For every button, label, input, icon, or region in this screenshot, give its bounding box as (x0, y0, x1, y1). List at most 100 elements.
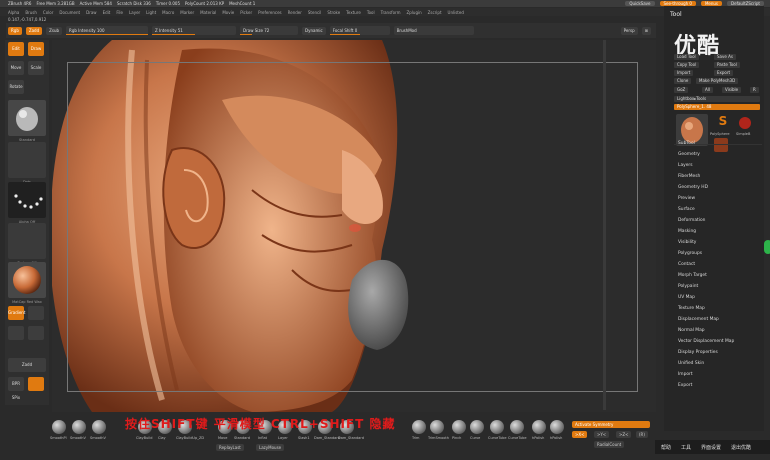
draw-button[interactable]: Draw (28, 42, 44, 56)
brush-icon-2[interactable] (72, 420, 86, 434)
r-button[interactable]: R (750, 87, 759, 93)
switch-color[interactable] (8, 326, 24, 340)
menu-render[interactable]: Render (288, 10, 302, 15)
help-link[interactable]: 帮助 (661, 444, 671, 451)
menu-file[interactable]: File (116, 10, 123, 15)
brush-icon-1[interactable] (52, 420, 66, 434)
menu-stencil[interactable]: Stencil (308, 10, 322, 15)
brush-icon-14[interactable] (412, 420, 426, 434)
menu-alpha[interactable]: Alpha (8, 10, 19, 15)
activate-symmetry-button[interactable]: Activate Symmetry (572, 421, 650, 428)
section-geometry[interactable]: Geometry (678, 150, 762, 160)
gradient-toggle[interactable]: Gradient (8, 306, 25, 320)
section-unified-skin[interactable]: Unified Skin (678, 359, 762, 369)
menu-zscript[interactable]: Zscript (428, 10, 442, 15)
canvas-scrollbar[interactable] (603, 40, 606, 410)
section-deformation[interactable]: Deformation (678, 216, 762, 226)
section-preview[interactable]: Preview (678, 194, 762, 204)
section-export[interactable]: Export (678, 381, 762, 391)
focal-shift-slider[interactable]: Focal Shift 0 (329, 26, 390, 35)
sym-y-toggle[interactable]: >Y< (594, 431, 610, 438)
section-fibermesh[interactable]: FiberMesh (678, 172, 762, 182)
section-subtool[interactable]: SubTool (678, 139, 762, 149)
section-uv-map[interactable]: UV Map (678, 293, 762, 303)
brush-icon-15[interactable] (430, 420, 444, 434)
section-surface[interactable]: Surface (678, 205, 762, 215)
menu-material[interactable]: Material (200, 10, 216, 15)
rotate-button[interactable]: Rotate (8, 80, 24, 94)
rgb-intensity-slider[interactable]: Rgb Intensity 100 (66, 26, 149, 35)
menu-unlisted[interactable]: Unlisted (448, 10, 464, 15)
section-texture-map[interactable]: Texture Map (678, 304, 762, 314)
menu-movie[interactable]: Movie (222, 10, 234, 15)
menu-brush[interactable]: Brush (25, 10, 37, 15)
menu-zplugin[interactable]: Zplugin (407, 10, 422, 15)
color-swatch[interactable] (28, 306, 44, 320)
menu-light[interactable]: Light (146, 10, 156, 15)
menu-draw[interactable]: Draw (86, 10, 96, 15)
menu-layer[interactable]: Layer (129, 10, 140, 15)
menu-stroke[interactable]: Stroke (327, 10, 340, 15)
section-morph-target[interactable]: Morph Target (678, 271, 762, 281)
section-layers[interactable]: Layers (678, 161, 762, 171)
save-as-button[interactable]: Save As (714, 54, 736, 60)
exit-youku-link[interactable]: 退出优酷 (731, 444, 751, 451)
import-button[interactable]: Import (674, 70, 694, 76)
bpr-button[interactable]: BPR SPix (8, 377, 24, 400)
section-polypaint[interactable]: Polypaint (678, 282, 762, 292)
lightbox-tools-button[interactable]: Lightbox▸Tools (674, 96, 760, 102)
brush-picker[interactable]: Standard (8, 100, 46, 142)
menu-preferences[interactable]: Preferences (258, 10, 282, 15)
brush-icon-19[interactable] (510, 420, 524, 434)
cylinder-tool-icon[interactable] (736, 114, 754, 132)
menu-transform[interactable]: Transform (381, 10, 401, 15)
alternate-color[interactable] (28, 326, 44, 340)
section-polygroups[interactable]: Polygroups (678, 249, 762, 259)
edit-button[interactable]: Edit (8, 42, 24, 56)
brush-icon-3[interactable] (92, 420, 106, 434)
sym-x-toggle[interactable]: >X< (572, 431, 588, 438)
paste-tool-button[interactable]: Paste Tool (714, 62, 740, 68)
load-tool-button[interactable]: Load Tool (674, 54, 699, 60)
section-contact[interactable]: Contact (678, 260, 762, 270)
menu-document[interactable]: Document (59, 10, 80, 15)
goz-button[interactable]: GoZ (674, 87, 689, 93)
sym-z-toggle[interactable]: >Z< (616, 431, 632, 438)
clone-button[interactable]: Clone (674, 78, 692, 84)
menu-edit[interactable]: Edit (103, 10, 111, 15)
visible-button[interactable]: Visible (722, 87, 742, 93)
zadd-toggle[interactable]: Zadd (25, 26, 43, 35)
section-displacement-map[interactable]: Displacement Map (678, 315, 762, 325)
stroke-picker[interactable]: Dots (8, 142, 46, 184)
all-button[interactable]: All (702, 87, 713, 93)
section-geometry-hd[interactable]: Geometry HD (678, 183, 762, 193)
section-import[interactable]: Import (678, 370, 762, 380)
brush-icon-16[interactable] (452, 420, 466, 434)
section-vector-displacement-map[interactable]: Vector Displacement Map (678, 337, 762, 347)
brushmod-slider[interactable]: BrushMod (393, 26, 474, 35)
texture-picker[interactable]: Texture Off (8, 223, 46, 265)
scale-button[interactable]: Scale (28, 61, 44, 75)
dynamic-toggle[interactable]: Dynamic (302, 26, 326, 35)
section-display-properties[interactable]: Display Properties (678, 348, 762, 358)
section-visibility[interactable]: Visibility (678, 238, 762, 248)
simple-brush-icon[interactable]: S (714, 114, 732, 132)
copy-tool-button[interactable]: Copy Tool (674, 62, 700, 68)
floor-toggle[interactable]: ⊞ (641, 26, 651, 35)
menu-picker[interactable]: Picker (240, 10, 252, 15)
brush-icon-21[interactable] (550, 420, 564, 434)
section-normal-map[interactable]: Normal Map (678, 326, 762, 336)
draw-size-slider[interactable]: Draw Size 72 (240, 26, 299, 35)
radial-count-slider[interactable]: RadialCount (594, 441, 625, 448)
replay-last-button[interactable]: ReplayLast (216, 444, 244, 451)
export-button[interactable]: Export (714, 70, 734, 76)
brush-icon-20[interactable] (532, 420, 546, 434)
side-handle-icon[interactable] (764, 240, 770, 254)
zadd2-chip[interactable]: Zadd (8, 358, 46, 372)
interface-settings-link[interactable]: 界面设置 (701, 444, 721, 451)
section-masking[interactable]: Masking (678, 227, 762, 237)
menu-macro[interactable]: Macro (162, 10, 174, 15)
lazy-mouse-button[interactable]: LazyMouse (256, 444, 285, 451)
document-canvas[interactable] (52, 40, 656, 412)
rgb-toggle[interactable]: Rgb (8, 26, 22, 35)
